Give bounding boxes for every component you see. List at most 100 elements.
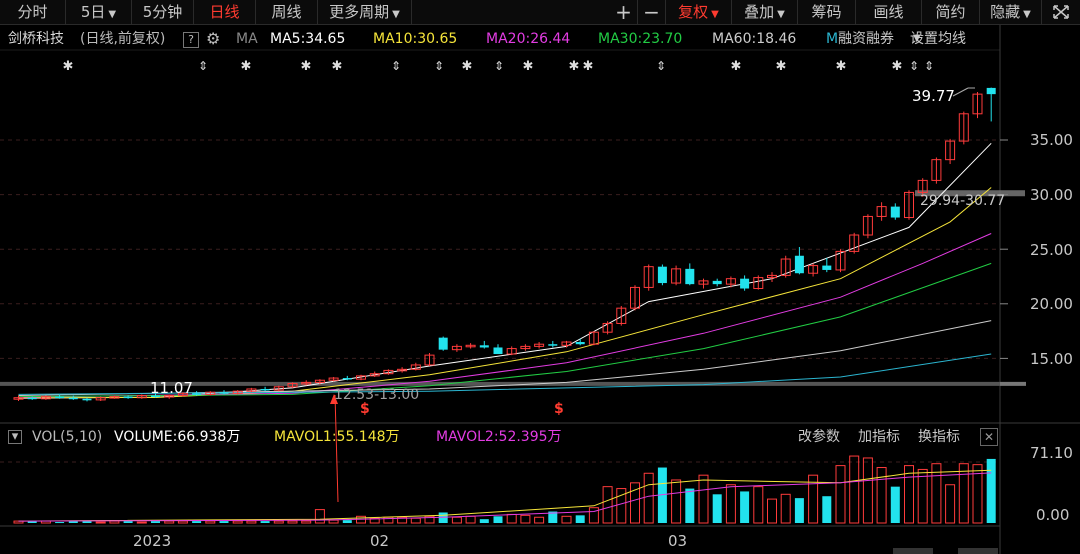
event-arrow-icon: ⇕	[924, 59, 934, 73]
volume-bar-up	[588, 507, 599, 524]
volume-bar-up	[520, 514, 531, 524]
event-pointer-line	[334, 394, 339, 503]
low-price-label: 11.07	[150, 379, 193, 397]
event-star-icon: ✱	[63, 59, 74, 74]
volume-bar-up	[232, 520, 243, 524]
volume-bar-down	[890, 486, 900, 523]
candle-body-down	[890, 206, 900, 218]
candle-body-down	[219, 392, 229, 394]
volume-value: VOLUME:66.938万	[114, 429, 241, 445]
candle-body-down	[260, 388, 270, 391]
candle-body-down	[575, 342, 585, 345]
close-icon[interactable]: ✕	[980, 428, 998, 446]
add-indicator-button[interactable]: 加指标	[858, 426, 900, 448]
switch-indicator-button[interactable]: 换指标	[918, 426, 960, 448]
volume-bar-up	[506, 513, 517, 524]
candle-body-down	[740, 278, 750, 289]
volume-bar-down	[794, 498, 804, 523]
candle-body-down	[712, 280, 722, 285]
change-params-button[interactable]: 改参数	[798, 426, 840, 448]
volume-bar-down	[575, 515, 585, 523]
volume-bar-down	[479, 519, 489, 523]
high-price-label: 39.77	[912, 87, 955, 105]
event-star-icon: ✱	[892, 59, 903, 74]
event-arrow-icon: ⇕	[909, 59, 919, 73]
volume-bar-down	[123, 521, 133, 523]
event-star-icon: ✱	[731, 59, 742, 74]
volume-bar-up	[95, 521, 106, 524]
volume-bar-down	[219, 521, 229, 523]
price-tick-30: 30.00	[1030, 186, 1073, 204]
volume-bar-up	[287, 520, 298, 524]
candle-body-down	[493, 347, 503, 355]
price-tick-35: 35.00	[1030, 131, 1073, 149]
time-tick-mar: 03	[668, 532, 688, 550]
volume-bar-up	[849, 455, 860, 524]
volume-bar-up	[465, 515, 476, 524]
volume-bar-up	[451, 516, 462, 524]
volume-bar-up	[602, 486, 613, 524]
event-marker-1[interactable]: $	[360, 401, 370, 417]
collapse-icon[interactable]: ▾	[8, 430, 22, 444]
volume-bar-down	[822, 496, 832, 523]
volume-bar-up	[273, 520, 284, 524]
volume-bar-down	[342, 520, 352, 523]
bottom-range-label: 12.53-13.00	[334, 387, 420, 403]
candle-body-down	[342, 378, 352, 380]
volume-bar-up	[767, 498, 777, 524]
volume-bar-up	[698, 474, 709, 524]
event-star-icon: ✱	[523, 59, 534, 74]
volume-bar-up	[246, 520, 257, 524]
scroll-thumb-2	[958, 548, 998, 554]
candle-body-down	[479, 345, 489, 348]
volume-bar-up	[945, 484, 956, 524]
volume-bar-down	[192, 521, 202, 523]
candle-body-down	[438, 337, 448, 350]
candle-body-down	[123, 396, 133, 399]
candle-body-down	[548, 344, 558, 346]
event-arrow-icon: ⇕	[656, 59, 666, 73]
volume-bar-up	[725, 484, 736, 524]
support-band-axis	[1000, 381, 1026, 386]
volume-bar-up	[205, 520, 216, 524]
candle-body-down	[192, 393, 202, 395]
volume-bar-down	[55, 522, 65, 524]
volume-bar-up	[109, 520, 120, 524]
volume-bar-up	[835, 465, 846, 524]
event-arrow-icon: ⇕	[198, 59, 208, 73]
event-star-icon: ✱	[301, 59, 312, 74]
event-arrow-icon: ⇕	[434, 59, 444, 73]
volume-bar-up	[410, 517, 421, 524]
volume-bar-up	[671, 479, 682, 524]
volume-bar-up	[958, 463, 969, 524]
ma10-line	[18, 187, 992, 399]
event-arrow-icon: ⇕	[391, 59, 401, 73]
volume-tick-zero: 0.00	[1036, 506, 1070, 524]
vol-label: VOL(5,10)	[32, 429, 103, 445]
mavol2-value: MAVOL2:52.395万	[436, 429, 562, 445]
volume-bar-up	[780, 493, 791, 524]
price-tick-20: 20.00	[1030, 295, 1073, 313]
kline-chart[interactable]: ✱ ✱ ✱ ✱ ✱ ✱ ✱ ✱ ✱ ✱ ✱ ✱⇕ ⇕ ⇕ ⇕ ⇕ ⇕ ⇕	[0, 0, 1080, 554]
candle-body-down	[55, 396, 65, 399]
volume-bar-down	[740, 491, 750, 523]
event-star-icon: ✱	[836, 59, 847, 74]
time-tick-feb: 02	[370, 532, 390, 550]
event-star-icon: ✱	[776, 59, 787, 74]
event-star-icon: ✱	[462, 59, 473, 74]
scroll-thumb	[893, 548, 933, 554]
volume-bar-up	[862, 457, 873, 524]
candle-body-down	[822, 265, 832, 270]
event-marker-2[interactable]: $	[554, 401, 564, 417]
volume-bar-up	[561, 515, 572, 524]
volume-bar-down	[712, 494, 722, 523]
mavol1-value: MAVOL1:55.148万	[274, 429, 400, 445]
volume-bar-up	[301, 520, 312, 524]
volume-bar-up	[314, 509, 325, 524]
volume-bar-down	[493, 516, 503, 523]
volume-bar-up	[164, 520, 175, 524]
candle-body-down	[986, 87, 996, 95]
time-tick-2023: 2023	[133, 532, 172, 550]
volume-bar-up	[136, 521, 147, 524]
volume-bar-up	[534, 516, 545, 524]
